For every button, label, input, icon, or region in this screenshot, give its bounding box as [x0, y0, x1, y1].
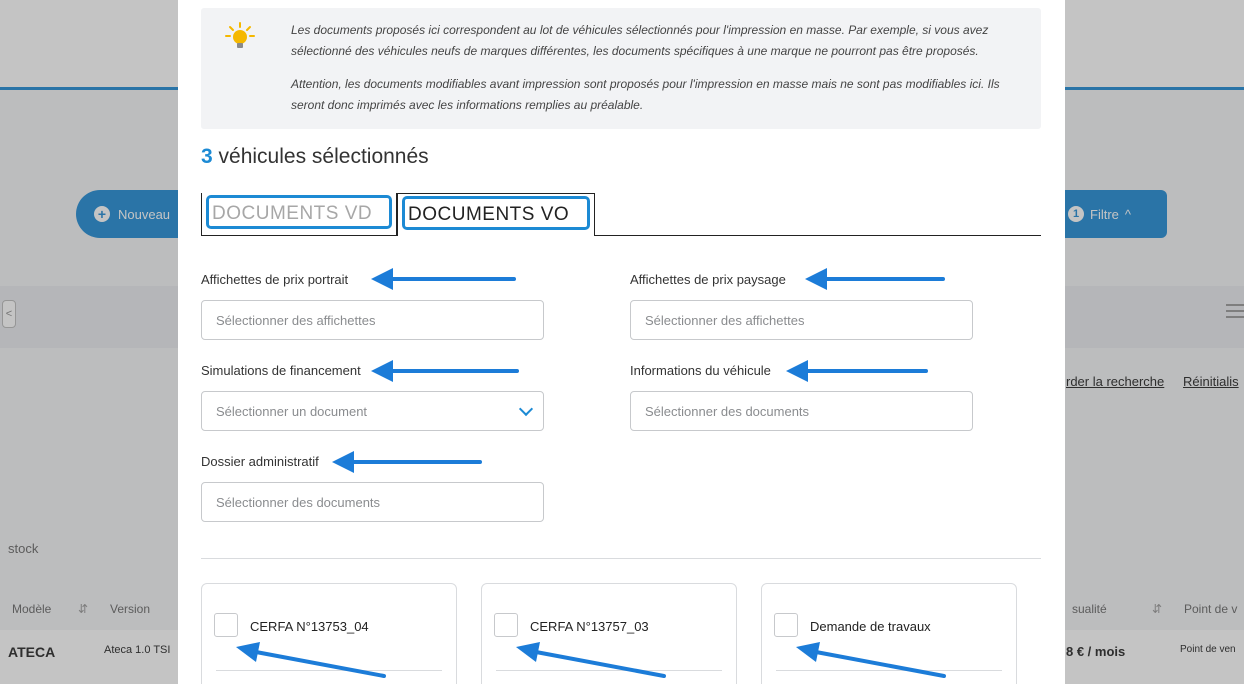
info-box: Les documents proposés ici correspondent…	[201, 8, 1041, 129]
portrait-label: Affichettes de prix portrait	[201, 272, 349, 287]
selected-count: 3	[201, 145, 213, 168]
selected-count-label: véhicules sélectionnés	[218, 145, 429, 168]
vehicule-label: Informations du véhicule	[630, 363, 771, 378]
arrow-annotation	[332, 451, 482, 473]
arrow-annotation	[796, 642, 946, 678]
arrow-annotation	[371, 268, 516, 290]
financement-select[interactable]: Sélectionner un document	[201, 391, 544, 431]
document-label: CERFA N°13757_03	[530, 619, 649, 634]
paysage-label: Affichettes de prix paysage	[630, 272, 786, 287]
paysage-placeholder: Sélectionner des affichettes	[645, 312, 805, 328]
portrait-select[interactable]: Sélectionner des affichettes	[201, 300, 544, 340]
financement-placeholder: Sélectionner un document	[216, 403, 368, 419]
arrow-annotation	[805, 268, 945, 290]
section-divider	[201, 558, 1041, 559]
selected-count-heading: 3 véhicules sélectionnés	[201, 145, 429, 169]
tab-documents-vo[interactable]: DOCUMENTS VO	[397, 193, 595, 236]
tab-underline	[201, 235, 1041, 236]
lightbulb-icon	[225, 22, 255, 48]
document-card[interactable]: CERFA N°13757_03	[481, 583, 737, 684]
document-checkbox[interactable]	[774, 613, 798, 637]
tab-documents-vd[interactable]: DOCUMENTS VD	[201, 193, 397, 235]
print-documents-modal: Les documents proposés ici correspondent…	[178, 0, 1065, 684]
info-paragraph-2: Attention, les documents modifiables ava…	[291, 77, 1000, 112]
document-checkbox[interactable]	[494, 613, 518, 637]
tab-highlight	[402, 196, 590, 230]
arrow-annotation	[236, 642, 386, 678]
arrow-annotation	[371, 360, 519, 382]
tab-highlight	[206, 195, 392, 229]
financement-label: Simulations de financement	[201, 363, 361, 378]
vehicule-placeholder: Sélectionner des documents	[645, 403, 810, 419]
chevron-down-icon[interactable]	[518, 401, 534, 417]
administratif-placeholder: Sélectionner des documents	[216, 494, 381, 510]
administratif-select[interactable]: Sélectionner des documents	[201, 482, 544, 522]
administratif-label: Dossier administratif	[201, 454, 319, 469]
portrait-placeholder: Sélectionner des affichettes	[216, 312, 376, 328]
arrow-annotation	[516, 642, 666, 678]
vehicule-select[interactable]: Sélectionner des documents	[630, 391, 973, 431]
paysage-select[interactable]: Sélectionner des affichettes	[630, 300, 973, 340]
document-card[interactable]: Demande de travaux	[761, 583, 1017, 684]
document-card[interactable]: CERFA N°13753_04	[201, 583, 457, 684]
info-paragraph-1: Les documents proposés ici correspondent…	[291, 23, 989, 58]
document-label: CERFA N°13753_04	[250, 619, 369, 634]
document-checkbox[interactable]	[214, 613, 238, 637]
arrow-annotation	[786, 360, 928, 382]
document-label: Demande de travaux	[810, 619, 931, 634]
